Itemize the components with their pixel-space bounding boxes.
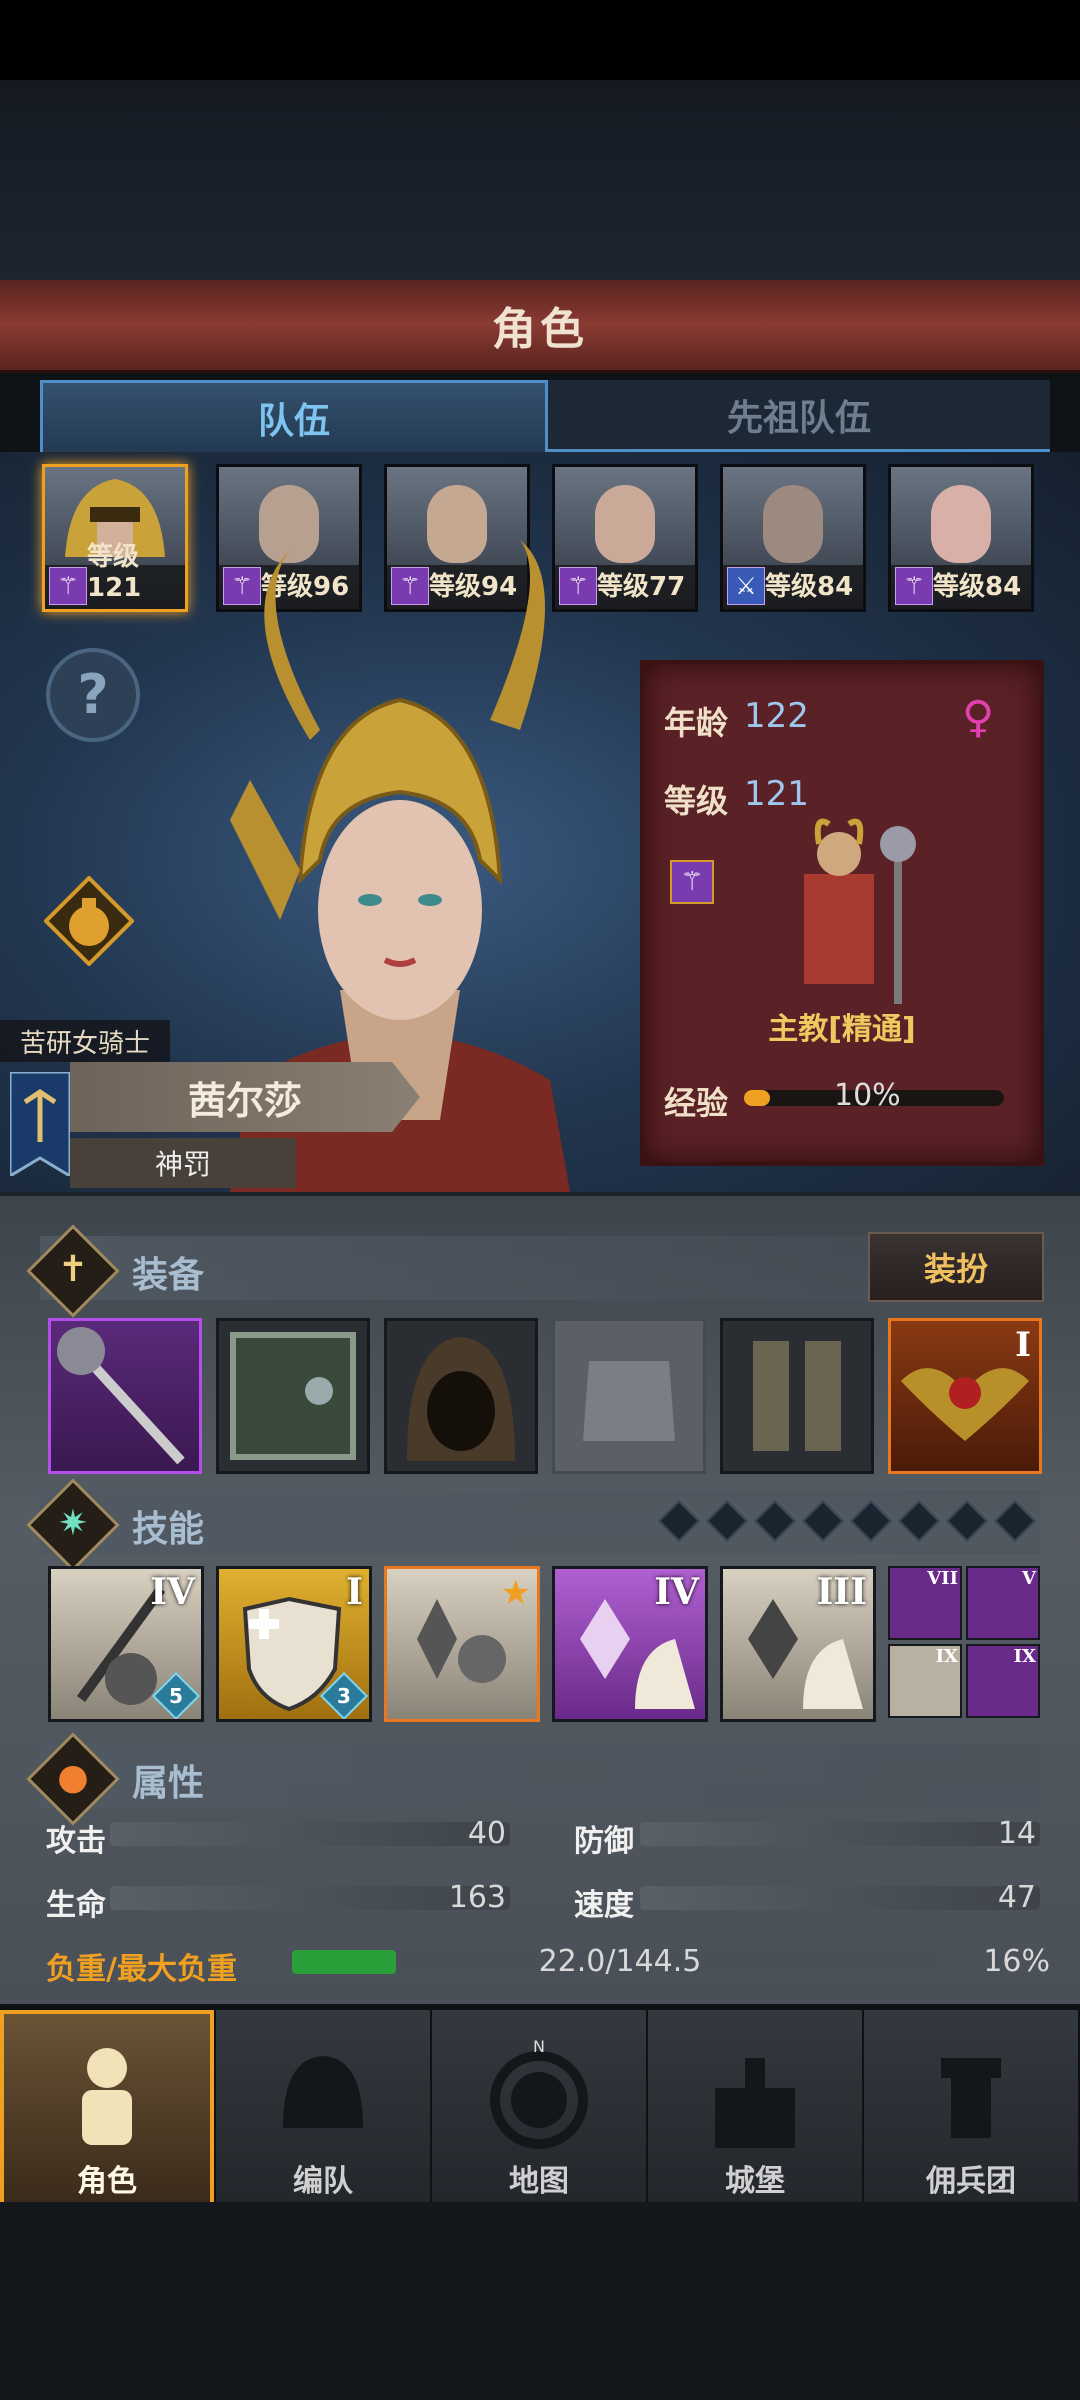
equip-slot-weapon[interactable] <box>48 1318 202 1474</box>
skill-rank: IV <box>150 1571 195 1613</box>
status-bar <box>0 0 1080 80</box>
hp-label: 生命 <box>46 1888 106 1923</box>
equip-slot-feet[interactable] <box>720 1318 874 1474</box>
dress-up-button[interactable]: 装扮 <box>868 1232 1044 1302</box>
passive-skill-4[interactable]: IX <box>966 1644 1040 1718</box>
attack-label: 攻击 <box>46 1824 106 1859</box>
tab-ancestor-team[interactable]: 先祖队伍 <box>548 380 1050 452</box>
attributes-title: 属性 <box>132 1763 205 1804</box>
speed-label: 速度 <box>574 1888 634 1923</box>
staff-icon <box>57 1327 185 1465</box>
bottom-area <box>0 2202 1080 2400</box>
attack-value: 40 <box>467 1816 506 1851</box>
cross-icon: ✝ <box>57 1248 89 1290</box>
roster-slot-5[interactable]: ⚔ 等级84 <box>720 464 866 612</box>
skill-4[interactable]: IV <box>552 1566 708 1722</box>
roster-slot-6[interactable]: ⚚ 等级84 <box>888 464 1034 612</box>
staff-class-icon: ⚚ <box>895 567 933 605</box>
passive-skill-2[interactable]: V <box>966 1566 1040 1640</box>
speed-value: 47 <box>997 1880 1036 1915</box>
star-icon: ✷ <box>57 1502 89 1544</box>
load-label: 负重/最大负重 <box>46 1952 237 1987</box>
knight-icon <box>82 2048 132 2145</box>
roster-level: 等级84 <box>933 572 1022 602</box>
sword-class-icon: ⚔ <box>727 567 765 605</box>
favorite-star-icon: ★ <box>500 1573 531 1613</box>
skill-2[interactable]: I 3 <box>216 1566 372 1722</box>
nav-mercenary[interactable]: 佣兵团 <box>864 2010 1080 2206</box>
class-figure <box>804 818 916 1004</box>
item-tier: I <box>1015 1325 1031 1365</box>
tab-team[interactable]: 队伍 <box>40 380 548 452</box>
class-name: 主教[精通] <box>768 1012 916 1047</box>
hero-name-plate: 茜尔莎 <box>70 1062 420 1132</box>
exp-percent: 10% <box>834 1078 901 1113</box>
age-label: 年龄 <box>664 704 729 742</box>
roster-level: 等级77 <box>597 572 686 602</box>
nav-castle[interactable]: 城堡 <box>648 2010 864 2206</box>
nav-character[interactable]: 角色 <box>0 2010 216 2206</box>
equip-slot-head[interactable] <box>384 1318 538 1474</box>
passive-skill-3[interactable]: IX <box>888 1644 962 1718</box>
skill-3[interactable]: ★ <box>384 1566 540 1722</box>
roster-slot-1[interactable]: ⚚ 等级121 <box>42 464 188 612</box>
age-value: 122 <box>744 696 809 736</box>
exp-label: 经验 <box>664 1084 729 1122</box>
potion-icon[interactable] <box>44 876 134 966</box>
title-banner: 角色 <box>0 280 1080 373</box>
load-fill <box>292 1950 396 1974</box>
fist-icon <box>941 2058 1001 2138</box>
attributes-header: ● 属性 <box>26 1732 1040 1826</box>
level-value: 121 <box>744 774 809 814</box>
staff-class-icon: ⚚ <box>670 860 714 904</box>
portrait-face <box>763 485 823 563</box>
load-percent: 16% <box>983 1944 1050 1979</box>
level-label: 等级 <box>664 782 729 820</box>
roster-level: 等级121 <box>87 542 142 603</box>
hero-subtitle: 神罚 <box>70 1138 296 1188</box>
tome-icon <box>230 1332 356 1460</box>
defense-value: 14 <box>997 1816 1036 1851</box>
exp-fill <box>744 1090 770 1106</box>
roster-level: 等级84 <box>765 572 854 602</box>
nav-map[interactable]: N 地图 <box>432 2010 648 2206</box>
svg-text:N: N <box>533 2038 545 2056</box>
portrait-face <box>931 485 991 563</box>
skill-rank: I <box>346 1571 363 1613</box>
bottom-nav: 角色 编队 N 地图 城堡 佣兵团 <box>0 2006 1080 2206</box>
skill-rank: III <box>816 1571 867 1613</box>
staff-class-icon: ⚚ <box>49 567 87 605</box>
defense-label: 防御 <box>574 1824 634 1859</box>
equip-slot-offhand[interactable] <box>216 1318 370 1474</box>
skills-title: 技能 <box>132 1509 205 1550</box>
tab-bar: 队伍 先祖队伍 <box>40 380 1050 452</box>
equipment-title: 装备 <box>132 1255 205 1296</box>
banner-icon <box>10 1072 70 1176</box>
hero-info-panel: 年龄 122 ♀ 等级 121 ⚚ 主教[精通] 经验 10% <box>640 660 1044 1166</box>
boots-icon <box>753 1341 841 1451</box>
armor-icon <box>583 1361 675 1441</box>
castle-icon <box>715 2058 795 2148</box>
passive-skill-1[interactable]: VII <box>888 1566 962 1640</box>
figure-icon: ● <box>57 1756 89 1798</box>
skill-5[interactable]: III <box>720 1566 876 1722</box>
nav-formation[interactable]: 编队 <box>216 2010 432 2206</box>
load-value: 22.0/144.5 <box>538 1944 702 1979</box>
female-icon: ♀ <box>962 692 995 743</box>
help-icon[interactable]: ? <box>46 648 140 742</box>
skill-1[interactable]: IV 5 <box>48 1566 204 1722</box>
hood-icon <box>407 1337 515 1461</box>
top-background <box>0 80 1080 280</box>
helmet-icon <box>283 2056 363 2128</box>
page-title: 角色 <box>492 304 588 355</box>
hp-value: 163 <box>448 1880 506 1915</box>
equip-slot-body[interactable] <box>552 1318 706 1474</box>
hero-title: 苦研女骑士 <box>0 1020 170 1062</box>
compass-icon: N <box>490 2038 588 2149</box>
skill-rank: IV <box>654 1571 699 1613</box>
equip-slot-amulet[interactable]: I <box>888 1318 1042 1474</box>
hero-name: 茜尔莎 <box>187 1078 302 1123</box>
